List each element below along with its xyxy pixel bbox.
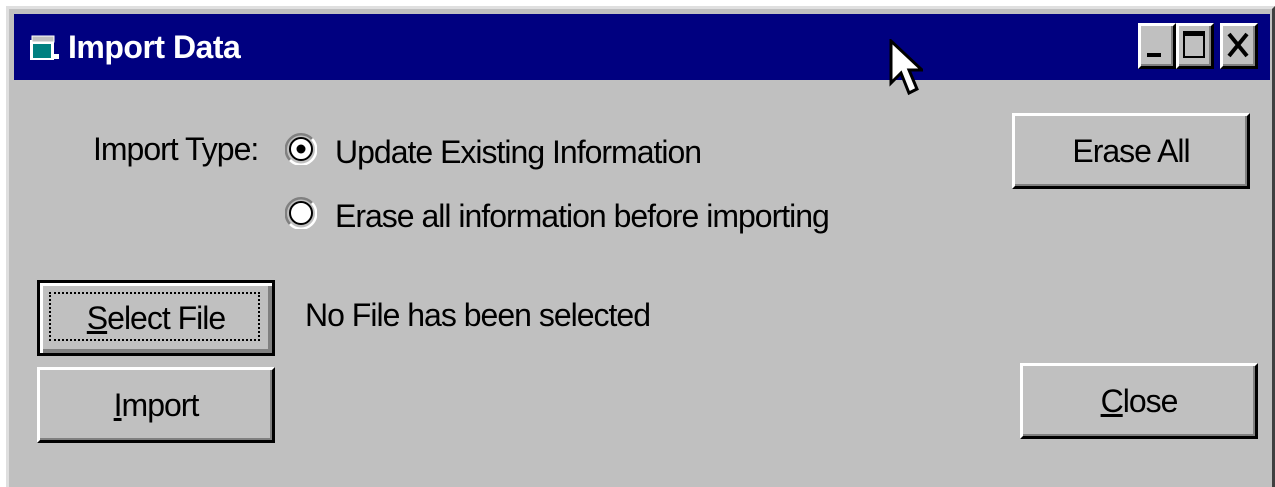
close-window-button[interactable] <box>1220 23 1258 69</box>
select-file-button[interactable]: Select File <box>37 280 275 356</box>
import-data-dialog: Import Data Import Type: Update Existing… <box>6 6 1275 487</box>
erase-all-button-label: Erase All <box>1072 132 1190 169</box>
window-title: Import Data <box>68 29 241 65</box>
maximize-icon <box>1183 31 1205 58</box>
erase-all-button[interactable]: Erase All <box>1012 113 1250 189</box>
close-icon <box>1227 32 1249 58</box>
radio-erase-before-import-label[interactable]: Erase all information before importing <box>335 197 830 235</box>
title-bar[interactable]: Import Data <box>14 14 1270 80</box>
select-file-button-label: Select File <box>86 299 226 336</box>
minimize-icon <box>1147 53 1161 57</box>
minimize-button[interactable] <box>1138 23 1176 69</box>
file-status-text: No File has been selected <box>305 297 651 333</box>
close-button-label: Close <box>1100 382 1179 419</box>
radio-update-existing[interactable] <box>285 133 317 165</box>
import-type-label: Import Type: <box>93 131 259 167</box>
radio-update-existing-label[interactable]: Update Existing Information <box>335 133 702 171</box>
import-button-label: Import <box>113 386 200 423</box>
mouse-pointer-icon <box>889 39 923 96</box>
radio-erase-before-import[interactable] <box>285 197 317 229</box>
maximize-button[interactable] <box>1176 23 1214 69</box>
import-button[interactable]: Import <box>37 367 275 443</box>
app-window-icon <box>30 35 59 60</box>
close-button[interactable]: Close <box>1020 363 1258 439</box>
